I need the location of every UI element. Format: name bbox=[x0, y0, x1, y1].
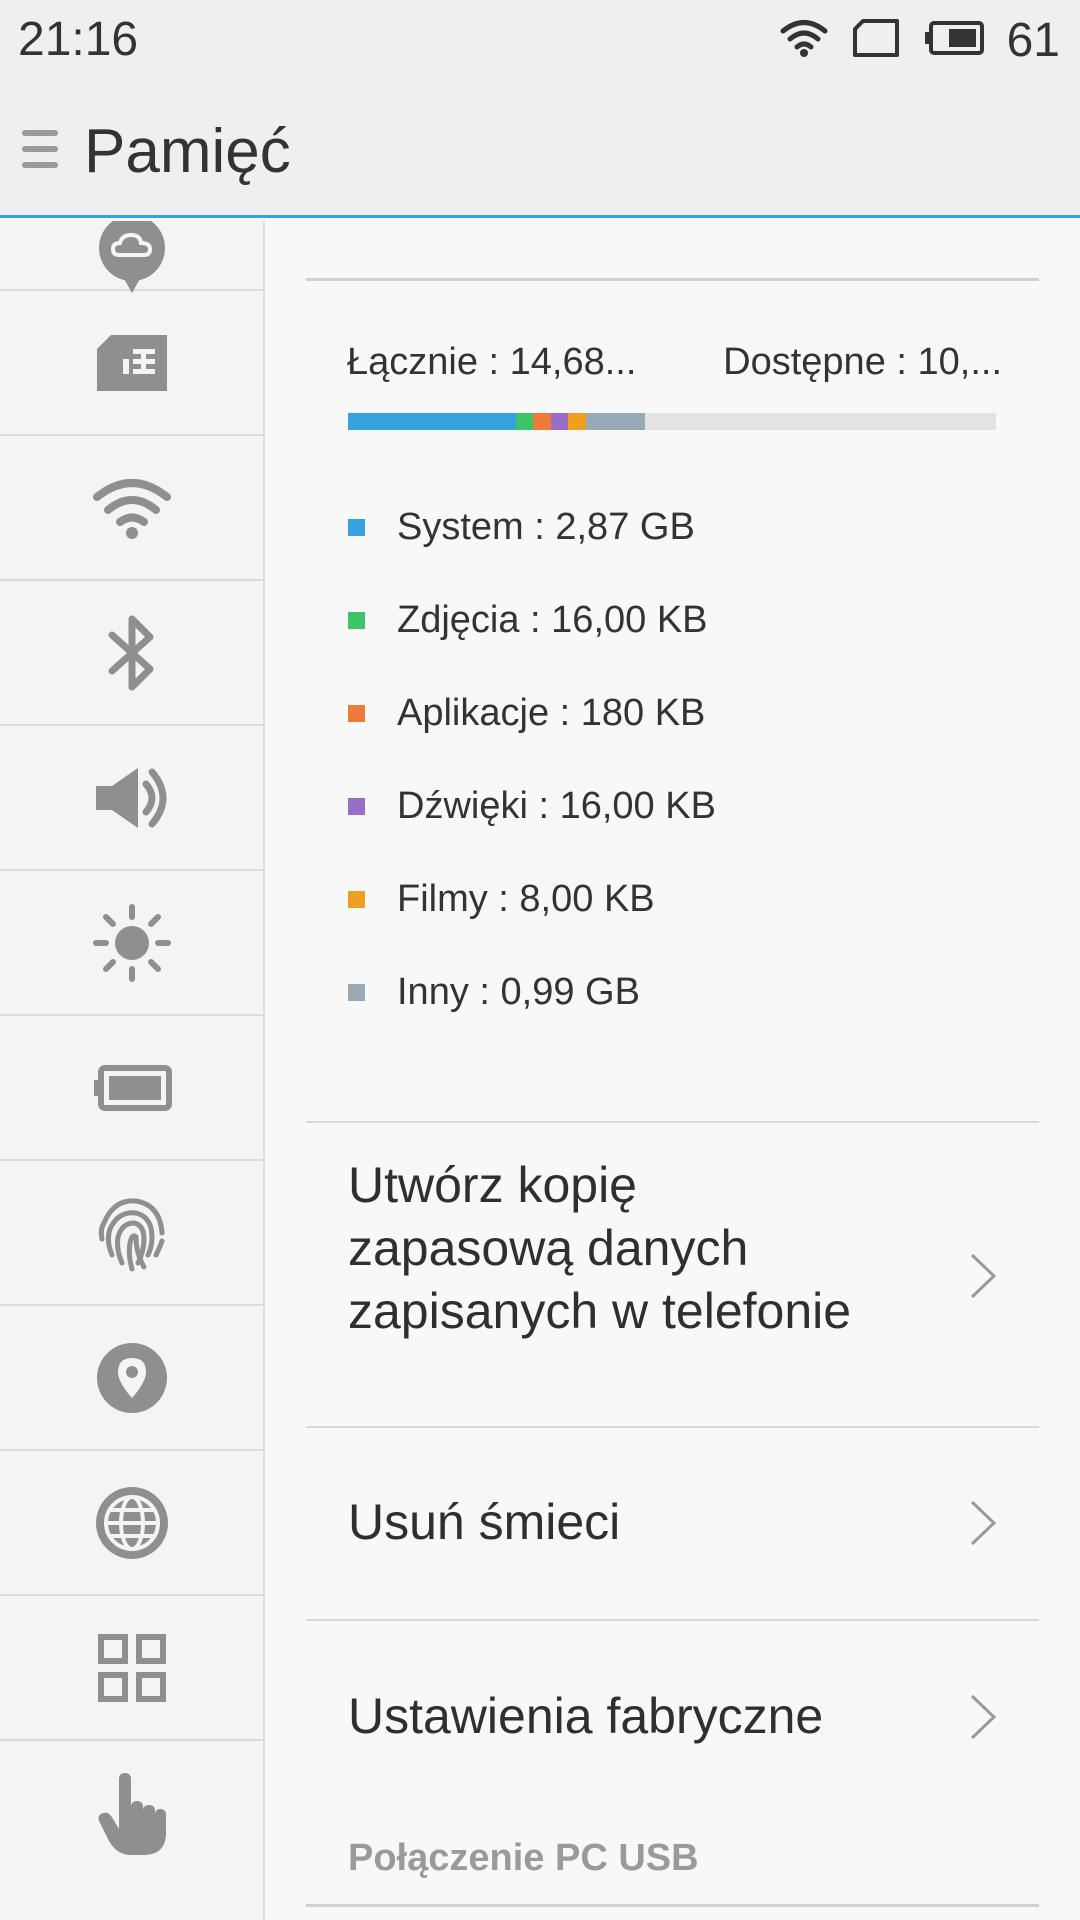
clean-junk-row[interactable]: Usuń śmieci bbox=[348, 1491, 998, 1561]
legend-label: Aplikacje : 180 KB bbox=[397, 692, 706, 734]
battery-icon bbox=[923, 20, 985, 61]
usage-segment-system bbox=[348, 413, 517, 430]
sidebar-item-fingerprint[interactable] bbox=[0, 1161, 263, 1306]
divider bbox=[306, 1121, 1039, 1123]
usage-segment-zdjęcia bbox=[516, 413, 534, 430]
clean-junk-label: Usuń śmieci bbox=[348, 1494, 621, 1550]
sidebar-item-cloud[interactable] bbox=[0, 221, 263, 293]
total-storage-label: Łącznie : 14,68... bbox=[347, 341, 637, 383]
legend-item: System : 2,87 GB bbox=[348, 506, 695, 549]
usb-section-header: Połączenie PC USB bbox=[348, 1837, 699, 1879]
sidebar bbox=[0, 221, 265, 1920]
sidebar-item-location[interactable] bbox=[0, 1306, 263, 1451]
hand-pointer-icon bbox=[97, 1772, 167, 1855]
status-bar: 21:16 61 bbox=[0, 0, 1080, 80]
sidebar-item-bluetooth[interactable] bbox=[0, 581, 263, 726]
factory-reset-label: Ustawienia fabryczne bbox=[348, 1688, 824, 1744]
backup-row[interactable]: Utwórz kopię zapasową danych zapisanych … bbox=[348, 1154, 998, 1394]
legend-item: Aplikacje : 180 KB bbox=[348, 692, 705, 735]
legend-swatch bbox=[348, 984, 365, 1001]
legend-label: System : 2,87 GB bbox=[397, 506, 695, 548]
storage-summary: Łącznie : 14,68... Dostępne : 10,... bbox=[347, 341, 1002, 384]
legend-label: Dźwięki : 16,00 KB bbox=[397, 785, 716, 827]
factory-reset-row[interactable]: Ustawienia fabryczne bbox=[348, 1685, 998, 1755]
page-title: Pamięć bbox=[84, 117, 291, 186]
sidebar-item-apps[interactable] bbox=[0, 1596, 263, 1741]
menu-icon[interactable] bbox=[22, 124, 60, 174]
cloud-pin-icon bbox=[97, 221, 167, 295]
wifi-icon bbox=[779, 18, 829, 63]
sim-card-icon bbox=[95, 334, 169, 391]
status-icons: 61 bbox=[779, 12, 1060, 68]
status-time: 21:16 bbox=[18, 13, 139, 66]
storage-usage-bar bbox=[348, 413, 996, 430]
chevron-right-icon bbox=[968, 1498, 998, 1548]
chevron-right-icon bbox=[968, 1251, 998, 1301]
battery-icon bbox=[92, 1064, 172, 1111]
legend-swatch bbox=[348, 705, 365, 722]
legend-item: Inny : 0,99 GB bbox=[348, 971, 640, 1014]
sidebar-item-gestures[interactable] bbox=[0, 1741, 263, 1886]
sidebar-item-language[interactable] bbox=[0, 1451, 263, 1596]
legend-label: Zdjęcia : 16,00 KB bbox=[397, 599, 708, 641]
legend-swatch bbox=[348, 798, 365, 815]
divider bbox=[306, 278, 1039, 281]
usage-segment-filmy bbox=[568, 413, 587, 430]
sidebar-item-battery[interactable] bbox=[0, 1016, 263, 1161]
fingerprint-icon bbox=[94, 1193, 170, 1273]
legend-label: Inny : 0,99 GB bbox=[397, 971, 640, 1013]
chevron-right-icon bbox=[968, 1692, 998, 1742]
wifi-icon bbox=[92, 477, 172, 539]
legend-item: Filmy : 8,00 KB bbox=[348, 878, 655, 921]
brightness-icon bbox=[92, 903, 172, 983]
speaker-icon bbox=[94, 766, 170, 830]
legend-item: Dźwięki : 16,00 KB bbox=[348, 785, 716, 828]
backup-label: Utwórz kopię zapasową danych zapisanych … bbox=[348, 1157, 852, 1339]
globe-icon bbox=[95, 1486, 169, 1560]
divider bbox=[306, 1619, 1039, 1621]
sim-card-icon bbox=[851, 18, 901, 63]
apps-grid-icon bbox=[97, 1633, 167, 1703]
legend-swatch bbox=[348, 519, 365, 536]
battery-percent: 61 bbox=[1006, 13, 1060, 67]
bluetooth-icon bbox=[106, 613, 158, 693]
usage-segment-aplikacje bbox=[533, 413, 552, 430]
usage-segment-inny bbox=[586, 413, 645, 430]
location-pin-icon bbox=[96, 1342, 168, 1414]
divider bbox=[306, 1904, 1039, 1907]
legend-swatch bbox=[348, 891, 365, 908]
sidebar-item-wifi[interactable] bbox=[0, 436, 263, 581]
sidebar-item-display[interactable] bbox=[0, 871, 263, 1016]
divider bbox=[306, 1426, 1039, 1428]
legend-label: Filmy : 8,00 KB bbox=[397, 878, 655, 920]
usage-segment-dźwięki bbox=[551, 413, 569, 430]
legend-item: Zdjęcia : 16,00 KB bbox=[348, 599, 708, 642]
title-bar: Pamięć bbox=[0, 80, 1080, 218]
available-storage-label: Dostępne : 10,... bbox=[723, 341, 1002, 383]
sidebar-item-sound[interactable] bbox=[0, 726, 263, 871]
storage-panel: Łącznie : 14,68... Dostępne : 10,... Sys… bbox=[265, 221, 1080, 1920]
legend-swatch bbox=[348, 612, 365, 629]
sidebar-item-sim[interactable] bbox=[0, 291, 263, 436]
